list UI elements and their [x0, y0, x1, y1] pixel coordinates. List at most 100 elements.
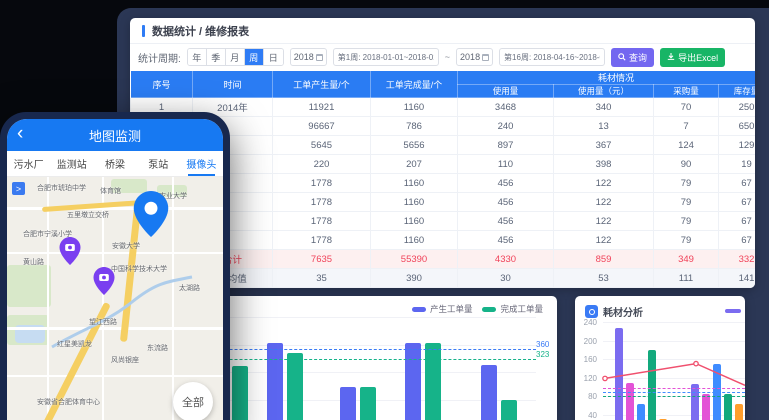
breadcrumb: 数据统计 / 维修报表: [152, 23, 249, 39]
cell-value: 79: [654, 174, 719, 193]
cell-value: 1778: [273, 231, 371, 250]
end-year-select[interactable]: 2018: [456, 48, 493, 66]
cell-value: 7: [654, 117, 719, 136]
camera-pin[interactable]: [93, 267, 115, 300]
y-axis-tick: 80: [575, 392, 597, 401]
filter-bar: 统计周期: 年季月周日 2018 ~ 2018 查询 导出Excel: [130, 44, 755, 70]
sub-header: 使用量: [458, 85, 554, 98]
export-label: 导出Excel: [678, 51, 718, 64]
group-header: 耗材情况: [458, 71, 756, 85]
average-line-label: 323: [536, 350, 564, 359]
average-line-label: 360: [536, 340, 564, 349]
map-label: 体育馆: [100, 186, 121, 196]
cell-value: 897: [458, 136, 554, 155]
query-button[interactable]: 查询: [611, 48, 654, 67]
cell-value: 129: [719, 136, 756, 155]
cell-value: 90: [654, 155, 719, 174]
bar-完成工单量: [501, 400, 517, 420]
cell-value: 207: [371, 155, 458, 174]
cell-value: 122: [554, 193, 654, 212]
map-road: [172, 177, 174, 420]
cell-value: 456: [458, 193, 554, 212]
cell-value: 70: [654, 98, 719, 117]
cell-value: 340: [554, 98, 654, 117]
map-view[interactable]: 合肥市琥珀中学体育馆安徽农业大学五里墩立交桥合肥市宁溪小学安徽大学黄山路中国科学…: [7, 177, 223, 420]
legend-item-完成工单量[interactable]: 完成工单量: [482, 303, 543, 315]
start-year-select[interactable]: 2018: [290, 48, 327, 66]
y-axis-tick: 160: [575, 355, 597, 364]
back-icon[interactable]: ‹: [17, 122, 23, 146]
show-all-button[interactable]: 全部: [173, 382, 213, 420]
period-option-月[interactable]: 月: [226, 49, 245, 65]
legend-item-产生工单量[interactable]: 产生工单量: [412, 303, 473, 315]
bar-完成工单量: [360, 387, 376, 420]
bar-series-3: [724, 394, 732, 420]
chart2-legend-marker[interactable]: [725, 309, 741, 313]
cell-value: 5645: [273, 136, 371, 155]
cell-value: 250: [719, 98, 756, 117]
col-header: 序号: [131, 71, 193, 98]
bar-产生工单量: [340, 387, 356, 420]
export-excel-button[interactable]: 导出Excel: [660, 48, 725, 67]
sub-header: 使用量（元）: [554, 85, 654, 98]
period-option-日[interactable]: 日: [264, 49, 283, 65]
end-week-input[interactable]: [499, 48, 605, 66]
phone-tab-bar: 污水厂监测站桥梁泵站摄像头: [7, 151, 223, 177]
gridline: [603, 341, 745, 342]
cell-value: 111: [654, 269, 719, 288]
start-week-input[interactable]: [333, 48, 439, 66]
period-option-年[interactable]: 年: [188, 49, 207, 65]
map-expand-button[interactable]: >: [12, 182, 25, 195]
map-label: 东流路: [147, 343, 168, 353]
camera-pin-main[interactable]: [133, 191, 169, 242]
y-axis-tick: 120: [575, 374, 597, 383]
cell-value: 1160: [371, 212, 458, 231]
y-axis-tick: 240: [575, 318, 597, 327]
map-label: 合肥市琥珀中学: [37, 183, 86, 193]
chart2-title: 耗材分析: [603, 304, 643, 319]
cell-value: 349: [654, 250, 719, 269]
tab-监测站[interactable]: 监测站: [50, 151, 93, 176]
map-label: 风尚银座: [111, 355, 139, 365]
bar-产生工单量: [481, 365, 497, 420]
cell-value: 67: [719, 231, 756, 250]
bar-产生工单量: [405, 343, 421, 420]
cell-value: 1160: [371, 174, 458, 193]
map-label: 五里墩立交桥: [67, 210, 109, 220]
table-row: 12014年119211160346834070250: [131, 98, 756, 117]
cell-value: 1778: [273, 212, 371, 231]
average-line: [603, 388, 745, 389]
average-line: [603, 392, 745, 393]
tab-泵站[interactable]: 泵站: [137, 151, 180, 176]
tab-桥梁[interactable]: 桥梁: [93, 151, 136, 176]
legend-label: 完成工单量: [500, 303, 543, 315]
average-line: [603, 396, 745, 397]
cell-value: 220: [273, 155, 371, 174]
cell-value: 5656: [371, 136, 458, 155]
legend-marker: [482, 307, 496, 312]
map-road: [7, 327, 223, 330]
cell-value: 786: [371, 117, 458, 136]
cell-value: 141: [719, 269, 756, 288]
tab-污水厂[interactable]: 污水厂: [7, 151, 50, 176]
cell-value: 11921: [273, 98, 371, 117]
cell-value: 650: [719, 117, 756, 136]
cell-value: 1778: [273, 174, 371, 193]
col-header: 工单完成量/个: [371, 71, 458, 98]
camera-pin[interactable]: [59, 237, 81, 270]
download-icon: [667, 53, 675, 61]
period-option-季[interactable]: 季: [207, 49, 226, 65]
cell-value: 1160: [371, 98, 458, 117]
map-label: 中国科学技术大学: [111, 264, 167, 274]
y-axis-tick: 40: [575, 411, 597, 420]
chart2-header: 耗材分析: [585, 304, 643, 319]
chart1-legend: 产生工单量 完成工单量: [412, 303, 543, 315]
cell-value: 4330: [458, 250, 554, 269]
tab-摄像头[interactable]: 摄像头: [180, 151, 223, 176]
y-axis-tick: 200: [575, 337, 597, 346]
cell-value: 456: [458, 212, 554, 231]
period-option-周[interactable]: 周: [245, 49, 264, 65]
cell-value: 390: [371, 269, 458, 288]
cell-value: 1778: [273, 193, 371, 212]
map-road: [47, 177, 49, 420]
